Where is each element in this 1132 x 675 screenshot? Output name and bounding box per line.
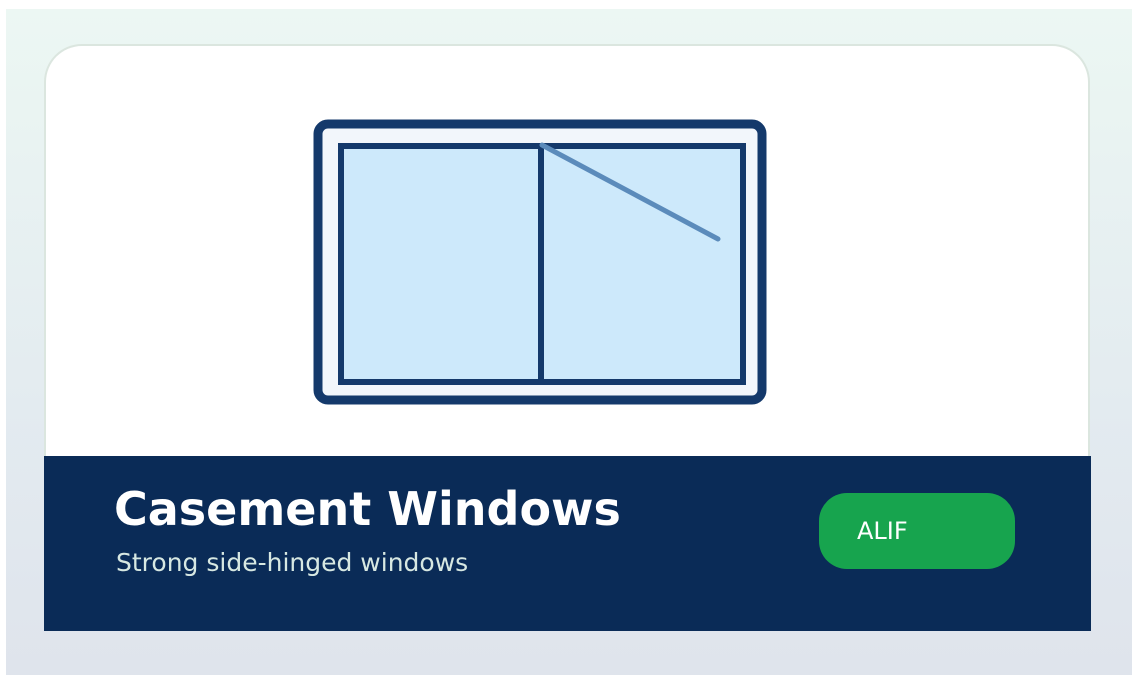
window-illustration xyxy=(46,46,1088,457)
alif-button[interactable]: ALIF xyxy=(819,493,1015,569)
card-title: Casement Windows xyxy=(114,482,621,536)
window-left-pane xyxy=(338,143,544,385)
card-subtitle: Strong side-hinged windows xyxy=(116,548,469,577)
window-right-pane xyxy=(538,143,746,385)
casement-window-icon xyxy=(313,119,767,405)
card-footer: Casement Windows Strong side-hinged wind… xyxy=(44,456,1091,631)
